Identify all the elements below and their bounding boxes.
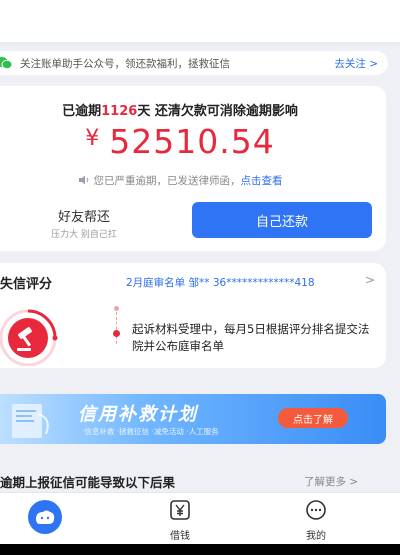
- friend-repay-subtitle: 压力大 别自己扛: [51, 230, 117, 240]
- friend-repay-button[interactable]: 好友帮还 压力大 别自己扛: [0, 202, 168, 240]
- credit-title: 失信评分: [0, 277, 53, 292]
- banner-subtitle: ·信息补救 ·拯救征信 ·减免活动 ·人工服务: [82, 427, 219, 436]
- warning-line: 您已严重逾期，已发送律师函，点击查看: [0, 173, 360, 188]
- follow-link[interactable]: 去关注 >: [334, 56, 378, 71]
- timeline-line: [116, 312, 117, 344]
- tab-borrow[interactable]: 借钱: [160, 499, 200, 542]
- timeline-dot: [114, 306, 119, 311]
- tab-me[interactable]: 我的: [296, 499, 336, 542]
- yen-card-icon: [170, 500, 190, 520]
- divider: [0, 42, 400, 46]
- overdue-amount: ¥52510.54: [0, 122, 360, 161]
- overdue-days: 1126: [101, 104, 138, 119]
- top-bar: [0, 0, 400, 44]
- wechat-icon: [0, 56, 13, 70]
- consequences-title: 逾期上报征信可能导致以下后果: [0, 475, 176, 490]
- tab-borrow-label: 借钱: [170, 531, 190, 542]
- home-icon: [28, 500, 62, 534]
- overdue-suffix: 天 还清欠款可消除逾期影响: [137, 104, 298, 119]
- speaker-icon: [78, 175, 90, 185]
- learn-more-link[interactable]: 了解更多 >: [304, 474, 358, 489]
- document-icon: [2, 400, 62, 440]
- view-letter-link[interactable]: 点击查看: [241, 175, 283, 187]
- timeline-dot-active: [113, 330, 120, 337]
- remedy-banner[interactable]: 信用补救计划 ·信息补救 ·拯救征信 ·减免活动 ·人工服务 点击了解: [0, 394, 386, 444]
- currency-symbol: ¥: [85, 126, 100, 151]
- credit-message: 起诉材料受理中，每月5日根据评分排名提交法院并公布庭审名单: [132, 322, 370, 353]
- tab-me-label: 我的: [306, 531, 326, 542]
- amount-value: 52510.54: [109, 122, 275, 161]
- notice-bar[interactable]: 关注账单助手公众号，领还款福利，拯救征信 去关注 >: [0, 51, 388, 75]
- court-list-info[interactable]: 2月庭审名单 邹** 36*************418: [126, 275, 315, 290]
- self-repay-button[interactable]: 自己还款: [192, 202, 372, 238]
- friend-repay-title: 好友帮还: [57, 210, 110, 225]
- warning-text: 您已严重逾期，已发送律师函，: [93, 175, 241, 187]
- notice-text: 关注账单助手公众号，领还款福利，拯救征信: [20, 57, 230, 70]
- gavel-gauge-icon: [0, 306, 74, 367]
- learn-more-button[interactable]: 点击了解: [278, 408, 348, 428]
- chevron-right-icon[interactable]: >: [365, 273, 375, 287]
- tab-home[interactable]: [22, 499, 68, 535]
- overdue-headline: 已逾期1126天 还清欠款可消除逾期影响: [0, 100, 360, 119]
- banner-title: 信用补救计划: [78, 404, 198, 425]
- chat-bubble-icon: [306, 500, 326, 520]
- overdue-prefix: 已逾期: [62, 104, 102, 119]
- system-bar: [0, 544, 400, 555]
